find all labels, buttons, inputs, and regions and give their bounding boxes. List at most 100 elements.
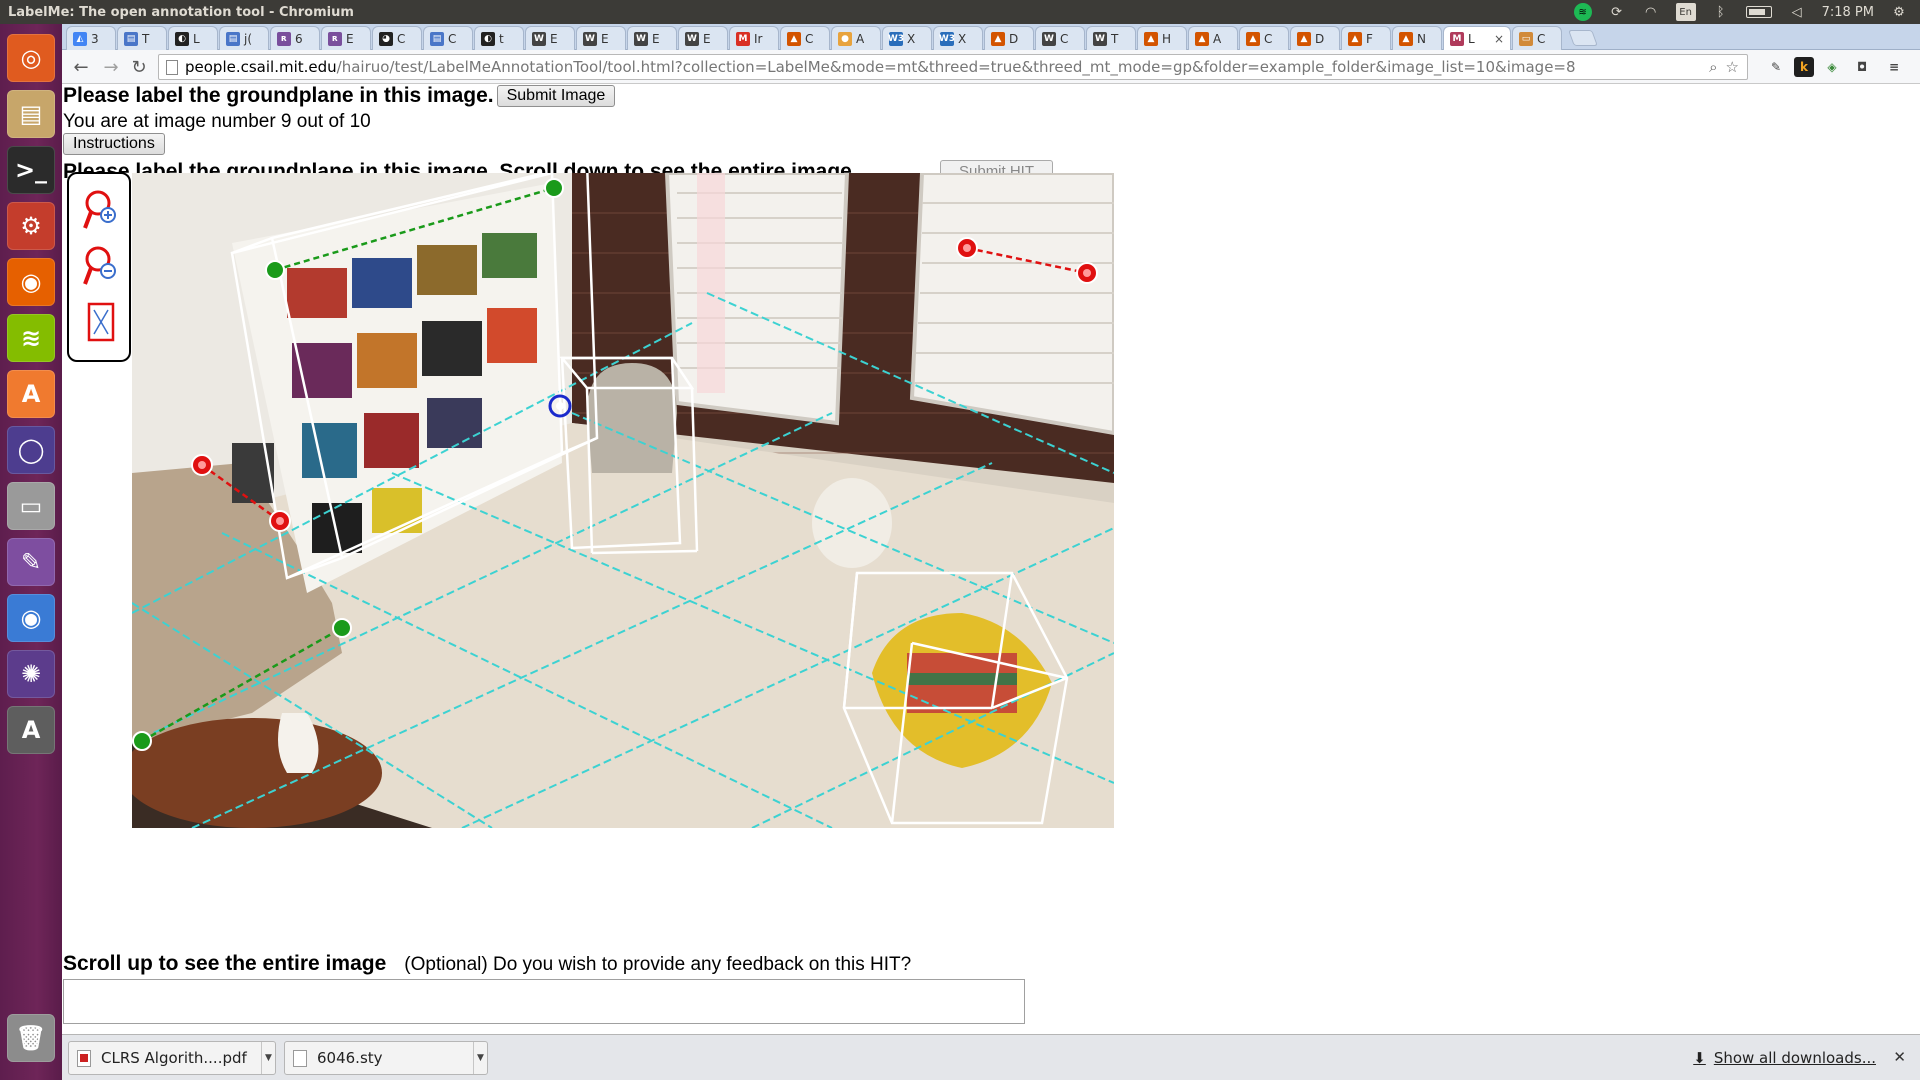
browser-tab[interactable]: ▲ C xyxy=(1239,26,1289,50)
tab-favicon-icon: W xyxy=(532,31,546,46)
tab-favicon-icon: ▤ xyxy=(430,31,444,46)
close-icon[interactable]: ✕ xyxy=(1893,1048,1906,1066)
spotify-tray-icon[interactable]: ≋ xyxy=(1573,3,1592,21)
back-arrow-icon[interactable]: ← xyxy=(70,56,92,78)
browser-tab[interactable]: ◐ t xyxy=(474,26,524,50)
software-updater-icon[interactable]: A xyxy=(7,706,55,754)
indicator-area: ≋ ⟳ ◠ En ᛒ ◁ 7:18 PM ⚙ xyxy=(1573,0,1908,24)
annotation-canvas[interactable] xyxy=(132,173,1114,828)
launcher-glyph: ◉ xyxy=(20,268,42,296)
grey-chair xyxy=(587,363,677,473)
browser-tab[interactable]: ▲ F xyxy=(1341,26,1391,50)
tab-label: C xyxy=(805,31,814,46)
browser-tab[interactable]: WE xyxy=(678,26,728,50)
browser-tab[interactable]: WE xyxy=(627,26,677,50)
browser-tab[interactable]: ▲ D xyxy=(1290,26,1340,50)
chromium-icon[interactable]: ◉ xyxy=(7,594,55,642)
browser-tab[interactable]: WC xyxy=(1035,26,1085,50)
tab-close-icon[interactable]: × xyxy=(1494,32,1504,46)
app-ring-icon[interactable]: ◯ xyxy=(7,426,55,474)
chevron-down-icon[interactable]: ▼ xyxy=(261,1042,275,1074)
extension-eye-icon[interactable]: ◈ xyxy=(1822,57,1842,77)
instructions-button[interactable]: Instructions xyxy=(63,133,165,155)
wifi-icon[interactable]: ◠ xyxy=(1642,3,1660,21)
browser-tab[interactable]: ▲ N xyxy=(1392,26,1442,50)
browser-tab[interactable]: ʀE xyxy=(321,26,371,50)
sync-icon[interactable]: ⟳ xyxy=(1608,3,1626,21)
tab-label: C xyxy=(397,31,406,46)
show-all-label: Show all downloads... xyxy=(1713,1049,1876,1067)
tab-favicon-icon: ▲ xyxy=(1297,31,1311,46)
spotify-icon[interactable]: ≋ xyxy=(7,314,55,362)
drive-icon[interactable]: ▭ xyxy=(7,482,55,530)
system-settings-icon[interactable]: ⚙ xyxy=(7,202,55,250)
new-tab-button[interactable] xyxy=(1568,30,1598,46)
keyboard-layout-indicator[interactable]: En xyxy=(1675,3,1696,21)
tab-label: X xyxy=(907,31,916,46)
download-item-sty[interactable]: 6046.sty ▼ xyxy=(284,1041,488,1075)
browser-tab[interactable]: ◐ L xyxy=(168,26,218,50)
zoom-indicator-icon[interactable]: ⌕ xyxy=(1709,58,1717,76)
browser-tab[interactable]: ▭ C xyxy=(1512,26,1562,50)
power-icon[interactable]: ⚙ xyxy=(1890,3,1908,21)
software-center-icon[interactable]: A xyxy=(7,370,55,418)
forward-arrow-icon[interactable]: → xyxy=(100,56,122,78)
launcher-glyph: ◉ xyxy=(20,604,42,632)
feedback-question: (Optional) Do you wish to provide any fe… xyxy=(404,954,912,975)
show-all-downloads-link[interactable]: ⬇ Show all downloads... xyxy=(1693,1049,1876,1067)
launcher-glyph: ✺ xyxy=(20,660,42,688)
browser-tab[interactable]: ● A xyxy=(831,26,881,50)
browser-tab[interactable]: ▲ A xyxy=(1188,26,1238,50)
tab-label: T xyxy=(1111,31,1119,46)
browser-tab[interactable]: ◕ C xyxy=(372,26,422,50)
zoom-out-icon[interactable] xyxy=(83,244,119,288)
bookmark-star-icon[interactable]: ☆ xyxy=(1726,58,1739,76)
browser-tab[interactable]: ▲ D xyxy=(984,26,1034,50)
browser-tab[interactable]: W3 X xyxy=(882,26,932,50)
zoom-in-icon[interactable] xyxy=(83,188,119,232)
window-light xyxy=(697,173,725,393)
browser-tab[interactable]: ▤ T xyxy=(117,26,167,50)
download-item-pdf[interactable]: CLRS Algorith....pdf ▼ xyxy=(68,1041,276,1075)
terminal-icon[interactable]: >_ xyxy=(7,146,55,194)
tab-label: L xyxy=(1468,32,1475,46)
reload-icon[interactable]: ↻ xyxy=(128,56,150,78)
tab-favicon-icon: W3 xyxy=(887,31,905,46)
browser-tab[interactable]: M Ir xyxy=(729,26,779,50)
browser-tab[interactable]: ▲ C xyxy=(780,26,830,50)
texteditor-icon[interactable]: ✎ xyxy=(7,538,55,586)
ubuntu-dash-icon[interactable]: ◎ xyxy=(7,34,55,82)
files-icon[interactable]: ▤ xyxy=(7,90,55,138)
submit-image-button[interactable]: Submit Image xyxy=(496,85,616,107)
tab-label: 3 xyxy=(91,31,99,46)
trash-icon[interactable]: 🗑 xyxy=(7,1014,55,1062)
extension-k-icon[interactable]: k xyxy=(1794,57,1814,77)
browser-tab[interactable]: W3 X xyxy=(933,26,983,50)
address-bar[interactable]: people.csail.mit.edu/hairuo/test/LabelMe… xyxy=(158,54,1748,80)
browser-tab[interactable]: M L × xyxy=(1443,26,1511,51)
browser-toolbar: ← → ↻ people.csail.mit.edu/hairuo/test/L… xyxy=(62,50,1920,84)
browser-tab[interactable]: WT xyxy=(1086,26,1136,50)
browser-tab[interactable]: ▤ C xyxy=(423,26,473,50)
browser-tab[interactable]: WE xyxy=(525,26,575,50)
browser-tab[interactable]: ▤ j( xyxy=(219,26,269,50)
bluetooth-icon[interactable]: ᛒ xyxy=(1712,3,1730,21)
browser-tab[interactable]: ʀ6 xyxy=(270,26,320,50)
launcher-glyph: A xyxy=(21,380,41,408)
battery-icon[interactable] xyxy=(1745,6,1772,18)
browser-tab[interactable]: ▲ H xyxy=(1137,26,1187,50)
menu-icon[interactable]: ≡ xyxy=(1884,57,1904,77)
browser-tab[interactable]: ◭ 3 xyxy=(66,26,116,50)
clock[interactable]: 7:18 PM xyxy=(1822,5,1874,20)
chevron-down-icon[interactable]: ▼ xyxy=(473,1042,487,1074)
fit-image-icon[interactable] xyxy=(83,300,119,344)
volume-icon[interactable]: ◁ xyxy=(1788,3,1806,21)
shotwell-icon[interactable]: ✺ xyxy=(7,650,55,698)
tab-favicon-icon: ◐ xyxy=(481,31,495,46)
firefox-icon[interactable]: ◉ xyxy=(7,258,55,306)
extension-pen-icon[interactable]: ✎ xyxy=(1766,57,1786,77)
pdf-file-icon xyxy=(77,1049,91,1067)
pocket-icon[interactable]: ◘ xyxy=(1852,57,1872,77)
feedback-textarea[interactable] xyxy=(63,979,1025,1024)
browser-tab[interactable]: WE xyxy=(576,26,626,50)
